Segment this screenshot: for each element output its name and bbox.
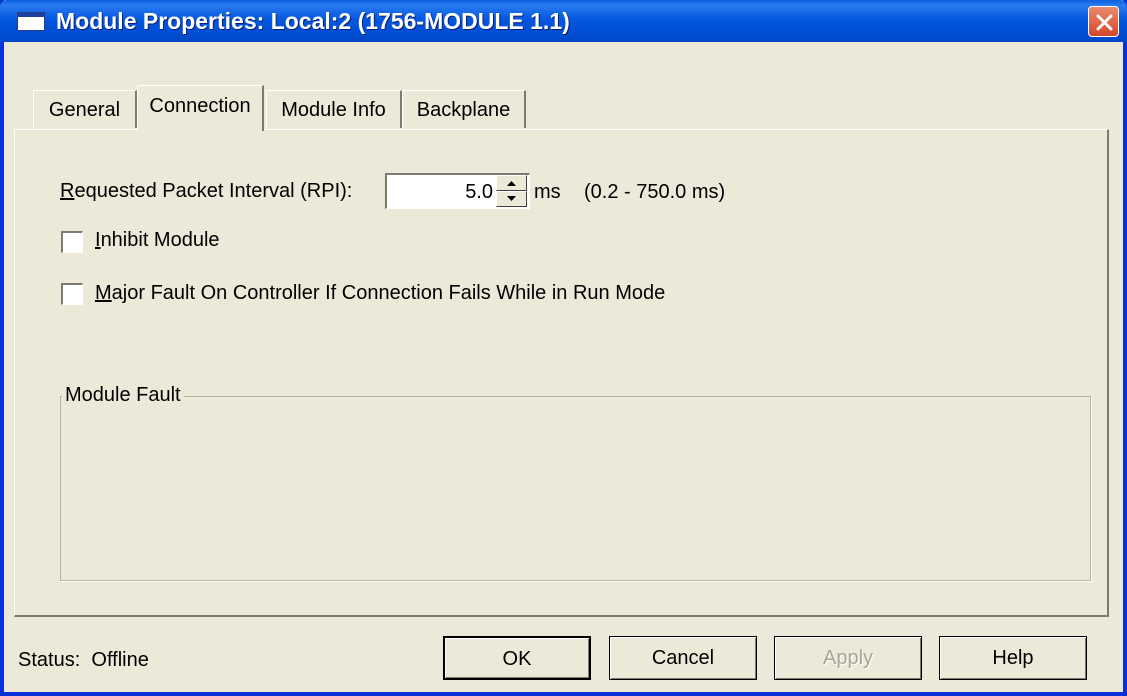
title-bar[interactable]: Module Properties: Local:2 (1756-MODULE …	[0, 0, 1127, 42]
status-value: Offline	[91, 649, 149, 671]
tab-backplane[interactable]: Backplane	[402, 90, 526, 128]
ok-button-label: OK	[502, 648, 532, 670]
tab-module-info[interactable]: Module Info	[266, 90, 402, 128]
inhibit-module-checkbox[interactable]	[61, 231, 83, 253]
rpi-spin-up-button[interactable]	[496, 175, 527, 191]
module-fault-groupbox	[60, 396, 1091, 581]
rpi-spin-down-button[interactable]	[496, 191, 527, 207]
help-button[interactable]: Help	[939, 636, 1087, 680]
apply-button-label: Apply	[822, 647, 874, 669]
tab-general-label: General	[48, 99, 121, 121]
up-arrow-icon	[507, 181, 516, 186]
close-icon	[1096, 14, 1113, 31]
cancel-button-label: Cancel	[651, 647, 715, 669]
tab-backplane-label: Backplane	[416, 99, 511, 121]
cancel-button[interactable]: Cancel	[609, 636, 757, 680]
window-title: Module Properties: Local:2 (1756-MODULE …	[56, 8, 570, 34]
help-button-label: Help	[992, 647, 1034, 669]
major-fault-label[interactable]: Major Fault On Controller If Connection …	[95, 282, 665, 305]
ok-button[interactable]: OK	[443, 636, 591, 680]
status-label: Status:	[18, 649, 81, 671]
rpi-value: 5.0	[465, 181, 493, 203]
status-bar: Status: Offline	[18, 649, 149, 672]
rpi-spinner[interactable]	[496, 175, 527, 207]
tab-connection[interactable]: Connection	[137, 85, 264, 131]
rpi-range: (0.2 - 750.0 ms)	[584, 181, 726, 203]
apply-button[interactable]: Apply	[774, 636, 922, 680]
window-icon	[17, 12, 45, 31]
rpi-label: Requested Packet Interval (RPI):	[60, 180, 353, 202]
rpi-unit: ms	[534, 181, 561, 203]
tab-module-info-label: Module Info	[281, 99, 386, 121]
close-button[interactable]	[1088, 6, 1119, 37]
major-fault-checkbox[interactable]	[61, 283, 83, 305]
down-arrow-icon	[507, 196, 516, 201]
module-fault-label: Module Fault	[62, 384, 184, 407]
inhibit-module-label[interactable]: Inhibit Module	[95, 229, 220, 252]
tab-connection-label: Connection	[149, 95, 251, 117]
tab-general[interactable]: General	[33, 90, 137, 128]
